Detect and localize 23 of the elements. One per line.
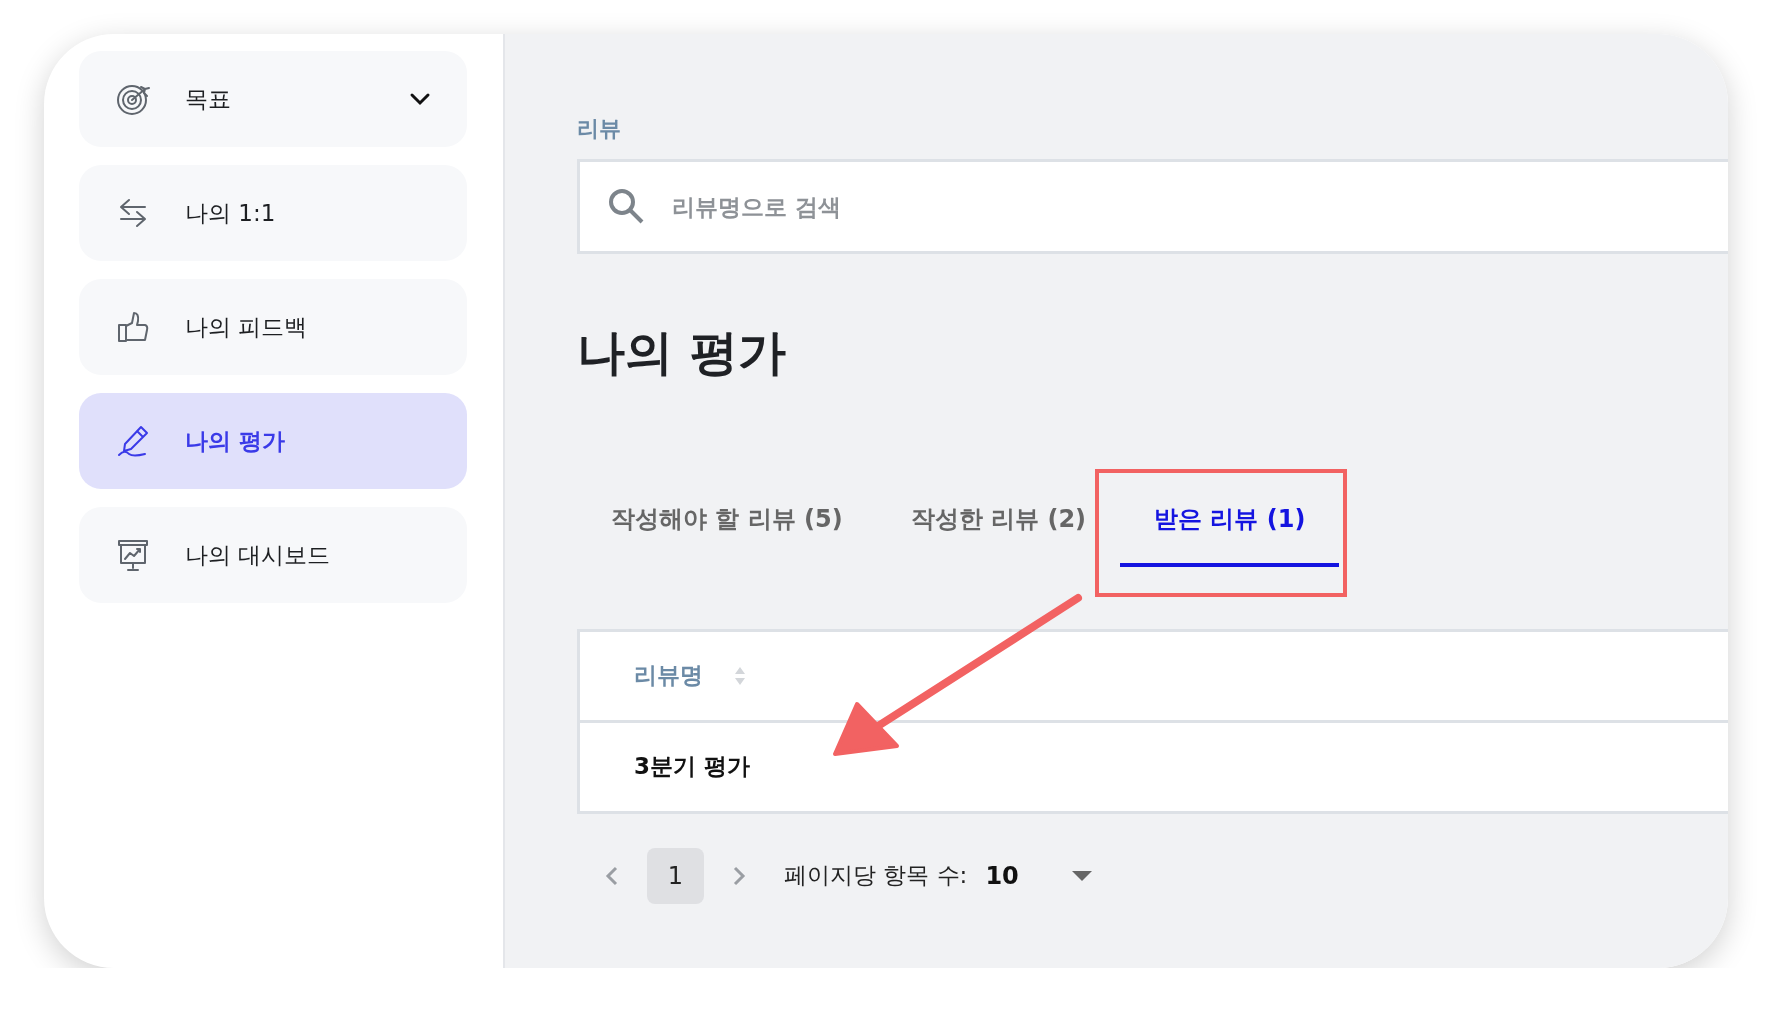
search-icon: [607, 187, 645, 225]
tab[interactable]: 받은 리뷰 (1): [1120, 470, 1340, 567]
chevron-left-icon: [605, 865, 619, 888]
items-per-page-select[interactable]: 10: [985, 857, 1093, 894]
section-label: 리뷰: [577, 115, 622, 143]
column-header[interactable]: 리뷰명: [634, 658, 703, 693]
items-per-page-label: 페이지당 항목 수:: [784, 861, 968, 891]
chevron-right-icon: [732, 865, 746, 888]
sidebar-item[interactable]: 목표: [79, 51, 467, 147]
search-field[interactable]: 리뷰명으로 검색: [577, 159, 1728, 254]
page-title: 나의 평가: [577, 324, 787, 382]
sidebar-item[interactable]: 나의 평가: [79, 393, 467, 489]
sidebar-item[interactable]: 나의 대시보드: [79, 507, 467, 603]
page-number[interactable]: 1: [647, 847, 704, 904]
caret-down-icon: [1070, 869, 1093, 882]
pen-icon: [115, 423, 151, 459]
sidebar-item[interactable]: 나의 피드백: [79, 279, 467, 375]
thumbs-up-icon: [115, 309, 151, 345]
table-cell[interactable]: 3분기 평가: [634, 749, 750, 784]
tab[interactable]: 작성해야 할 리뷰 (5): [577, 470, 877, 567]
sidebar-item[interactable]: 나의 1:1: [79, 165, 467, 261]
presentation-board-icon: [115, 537, 151, 573]
tab[interactable]: 작성한 리뷰 (2): [876, 470, 1121, 567]
